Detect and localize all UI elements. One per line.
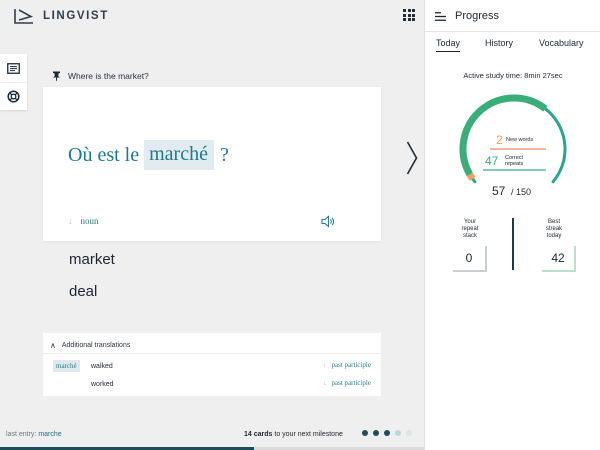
repeat-stack-label-2: repeat xyxy=(461,226,479,232)
progress-tabs: Today History Vocabulary xyxy=(425,38,600,56)
last-entry: last entry: marche xyxy=(6,431,62,438)
divider xyxy=(425,31,600,32)
sentence-before: Où est le xyxy=(68,143,140,166)
daily-goal-gauge: 2 New words 47 Correct repeats 57 / 150 xyxy=(459,94,567,198)
source-word: marché xyxy=(53,360,80,372)
milestone-dot xyxy=(384,430,390,436)
additional-translations-title: Additional translations xyxy=(61,342,131,349)
milestone-text: 14 cards to your next milestone xyxy=(244,431,343,438)
streak-label-2: streak xyxy=(545,226,563,232)
new-words-label: New words xyxy=(506,137,533,143)
tab-vocabulary[interactable]: Vocabulary xyxy=(539,38,584,48)
study-time: Active study time: 8min 27sec xyxy=(463,71,563,80)
answer-input[interactable]: marché xyxy=(144,140,214,170)
translation-1: market xyxy=(69,251,115,268)
repeat-stack-label-1: Your xyxy=(463,219,477,225)
grammar-marker-icon: ↓︎ xyxy=(323,361,327,369)
milestone-dot xyxy=(373,430,379,436)
grammar-type-label: past participle xyxy=(331,361,371,369)
hint-text: Where is the market? xyxy=(68,71,149,81)
chevron-up-icon: ∧ xyxy=(50,341,56,350)
stats-divider xyxy=(512,218,514,270)
app-logo: LINGVIST xyxy=(13,7,109,25)
list-item: worked ↓︎ past participle xyxy=(43,378,381,392)
gauge-new-words xyxy=(466,172,476,182)
grammar-type: ↓︎ past participle xyxy=(323,361,371,369)
hint: Where is the market? xyxy=(52,71,149,81)
progress-panel: Progress Today History Vocabulary Active… xyxy=(424,0,600,450)
grammar-type-label: past participle xyxy=(331,379,371,387)
best-streak-value: 42 xyxy=(542,246,576,272)
best-streak-label: Best streak today xyxy=(539,219,569,240)
word-type-label: noun xyxy=(80,216,99,226)
streak-label-1: Best xyxy=(547,219,560,225)
translation-word: worked xyxy=(91,381,114,388)
milestone-label: to your next milestone xyxy=(274,431,343,438)
tab-history[interactable]: History xyxy=(485,38,513,48)
milestone-count: 14 cards xyxy=(244,431,273,438)
sentence-after: ? xyxy=(219,143,229,166)
translation-2: deal xyxy=(69,283,98,300)
panel-title: Progress xyxy=(455,10,500,22)
apps-grid-icon[interactable] xyxy=(403,9,415,21)
exercise-card: Où est le marché ? ↓︎ noun xyxy=(43,87,381,241)
grammar-type: ↓︎ past participle xyxy=(323,379,371,387)
last-entry-label: last entry: xyxy=(6,431,37,438)
panel-header: Progress xyxy=(435,10,499,22)
sentence: Où est le marché ? xyxy=(68,140,229,170)
streak-label-3: today xyxy=(546,233,562,239)
milestone-dot xyxy=(406,430,412,436)
list-item: marché walked ↓︎ past participle xyxy=(43,360,381,374)
last-entry-value[interactable]: marche xyxy=(38,431,61,438)
audio-button[interactable] xyxy=(321,215,336,233)
repeats-label-2: repeats xyxy=(505,161,524,167)
repeat-stack-label-3: stack xyxy=(462,233,477,239)
additional-translations-toggle[interactable]: ∧ Additional translations xyxy=(50,341,130,350)
chevron-right-icon xyxy=(406,141,418,175)
menu-icon[interactable] xyxy=(435,11,446,21)
milestone-dot xyxy=(362,430,368,436)
side-toolbar xyxy=(0,54,27,110)
notes-icon xyxy=(7,62,20,74)
next-card-button[interactable] xyxy=(406,141,418,180)
additional-translations: ∧ Additional translations marché walked … xyxy=(43,333,381,396)
new-words-count: 2 xyxy=(496,133,503,147)
repeats-count: 47 xyxy=(485,154,499,168)
repeat-stack-label: Your repeat stack xyxy=(455,219,485,240)
lingvist-logo-icon xyxy=(14,9,34,24)
total-goal: / 150 xyxy=(511,187,531,197)
milestone-dot xyxy=(395,430,401,436)
speaker-icon xyxy=(321,215,335,228)
pin-icon xyxy=(53,71,60,81)
lifebuoy-icon xyxy=(7,90,20,103)
grammar-marker-icon: ↓︎ xyxy=(68,216,73,226)
app-name: LINGVIST xyxy=(43,10,109,22)
tab-today[interactable]: Today xyxy=(436,38,461,52)
notes-button[interactable] xyxy=(0,54,27,82)
help-button[interactable] xyxy=(0,82,27,110)
divider xyxy=(43,353,381,354)
milestone-dots xyxy=(362,430,417,436)
total-done: 57 xyxy=(492,184,506,198)
word-type: ↓︎ noun xyxy=(68,216,99,226)
grammar-marker-icon: ↓︎ xyxy=(323,379,327,387)
translation-word: walked xyxy=(91,363,113,370)
repeat-stack-value: 0 xyxy=(453,246,487,272)
